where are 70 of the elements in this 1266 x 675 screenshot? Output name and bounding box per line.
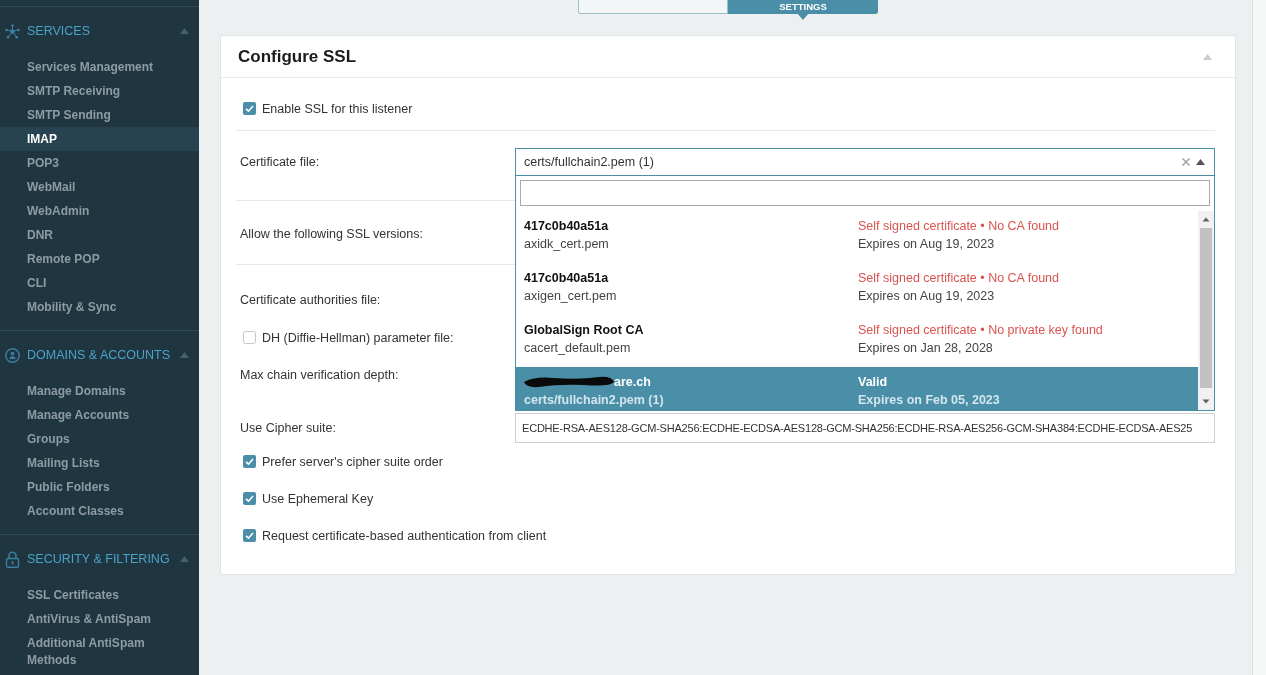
network-icon [5, 23, 20, 39]
sidebar-item[interactable]: Account Classes [0, 499, 199, 523]
sidebar-item[interactable]: Manage Accounts [0, 403, 199, 427]
sidebar-item[interactable]: WebMail [0, 175, 199, 199]
sidebar-item[interactable]: AntiVirus & AntiSpam [0, 607, 199, 631]
field-label: Use Cipher suite: [239, 421, 337, 435]
sidebar-item[interactable]: Manage Domains [0, 379, 199, 403]
padlock-icon [5, 550, 20, 568]
checkbox-label: DH (Diffie-Hellman) parameter file: [262, 330, 454, 345]
expiry-date: Expires on Feb 05, 2023 [858, 392, 1001, 409]
section-title[interactable]: DOMAINS & ACCOUNTS [27, 348, 171, 362]
field-label: Certificate file: [239, 155, 321, 169]
tab[interactable] [578, 0, 728, 14]
certificate-file: axigen_cert.pem [524, 288, 618, 305]
sidebar-item[interactable]: SSL Certificates [0, 583, 199, 607]
certificate-option[interactable]: are.ch Valid certs/fullchain2.pem (1) Expires on Feb 05, 2023 [516, 367, 1198, 410]
checkbox[interactable] [243, 331, 256, 344]
checkbox-label: Enable SSL for this listener [262, 101, 413, 116]
certificate-file: cacert_default.pem [524, 340, 632, 357]
checkbox-label: Request certificate-based authentication from client [262, 528, 547, 543]
page-scrollbar[interactable] [1252, 0, 1266, 675]
checkbox[interactable] [243, 455, 256, 468]
certificate-select[interactable]: certs/fullchain2.pem (1) [515, 148, 1215, 176]
section-title[interactable]: SERVICES [27, 24, 90, 38]
certificate-status: Valid [858, 374, 889, 391]
expiry-date: Expires on Jan 28, 2028 [858, 340, 994, 357]
certificate-name: 417c0b40a51a [524, 270, 610, 287]
scrollbar-thumb[interactable] [1200, 228, 1212, 388]
certificate-file: axidk_cert.pem [524, 236, 610, 253]
user-circle-icon [5, 347, 20, 363]
expiry-date: Expires on Aug 19, 2023 [858, 236, 996, 253]
card-title: Configure SSL [238, 46, 357, 67]
section-title[interactable]: SECURITY & FILTERING [27, 552, 170, 566]
certificate-name: 417c0b40a51a [524, 218, 610, 235]
list-scrollbar[interactable] [1198, 211, 1214, 410]
redaction-scribble-icon [524, 376, 614, 388]
cipher-input[interactable]: ECDHE-RSA-AES128-GCM-SHA256:ECDHE-ECDSA-AES128-GCM-SHA256:ECDHE-RSA-AES256-GCM-SHA384:ECDHE-ECDSA-AES25 [515, 413, 1215, 443]
field-label: Allow the following SSL versions: [239, 227, 424, 241]
sidebar-item[interactable]: CLI [0, 271, 199, 295]
sidebar-item[interactable]: WebAdmin [0, 199, 199, 223]
search-field[interactable] [520, 180, 1210, 206]
certificate-name: GlobalSign Root CA [524, 322, 645, 339]
sidebar-item[interactable]: Groups [0, 427, 199, 451]
sidebar-item[interactable]: SMTP Sending [0, 103, 199, 127]
checkbox[interactable] [243, 529, 256, 542]
sidebar-item[interactable]: POP3 [0, 151, 199, 175]
certificate-file: certs/fullchain2.pem (1) [524, 392, 665, 409]
field-label: Max chain verification depth: [239, 368, 400, 382]
certificate-status: Self signed certificate • No CA found [858, 270, 1060, 287]
field-label: Certificate authorities file: [239, 293, 382, 307]
sidebar-item[interactable]: Services Management [0, 55, 199, 79]
sidebar-item[interactable]: IMAP [0, 127, 199, 151]
caret-up-icon [1196, 159, 1205, 165]
clear-icon[interactable] [1182, 158, 1190, 166]
checkbox-label: Use Ephemeral Key [262, 491, 374, 506]
sidebar-item[interactable]: Remote POP [0, 247, 199, 271]
certificate-status: Self signed certificate • No private key found [858, 322, 1104, 339]
expiry-date: Expires on Aug 19, 2023 [858, 288, 996, 305]
checkbox-label: Prefer server's cipher suite order [262, 454, 443, 469]
checkbox[interactable] [243, 102, 256, 115]
sidebar-item[interactable]: Mailing Lists [0, 451, 199, 475]
tab-pointer-icon [797, 13, 809, 20]
sidebar-item[interactable]: Public Folders [0, 475, 199, 499]
sidebar-item[interactable]: Mobility & Sync [0, 295, 199, 319]
certificate-status: Self signed certificate • No CA found [858, 218, 1060, 235]
sidebar-item[interactable]: SMTP Receiving [0, 79, 199, 103]
certificate-name: are.ch [524, 373, 858, 391]
checkbox[interactable] [243, 492, 256, 505]
sidebar-item[interactable]: DNR [0, 223, 199, 247]
sidebar-item[interactable]: Additional AntiSpam Methods [0, 631, 199, 672]
